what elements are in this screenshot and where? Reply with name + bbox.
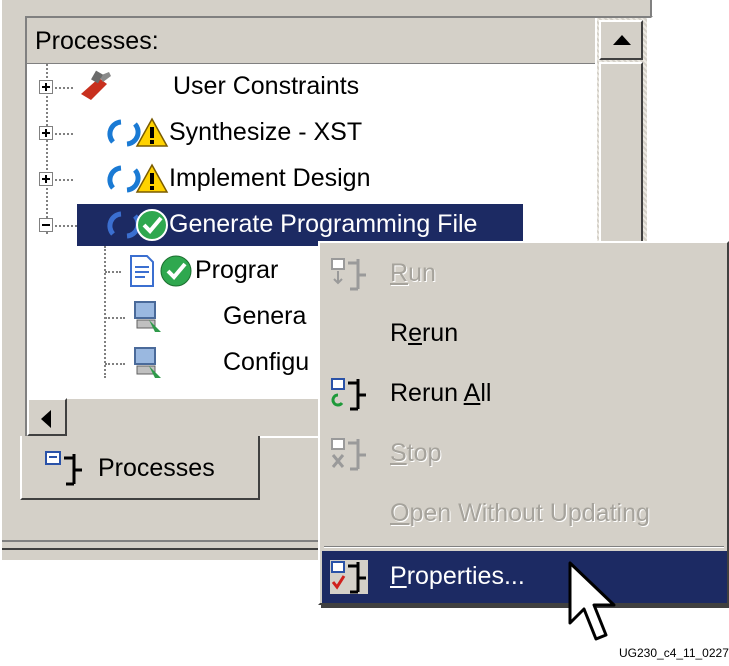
menu-item-label: Run bbox=[390, 259, 436, 287]
menu-item-label: Rerun All bbox=[390, 379, 492, 407]
arrow-left-icon bbox=[41, 410, 51, 428]
menu-item-label: Stop bbox=[390, 439, 442, 467]
menu-item-label: Open Without Updating bbox=[390, 499, 650, 527]
tree-item-label: Prograr bbox=[195, 256, 279, 284]
expand-icon[interactable] bbox=[39, 80, 53, 94]
scroll-left-button[interactable] bbox=[27, 398, 67, 436]
menu-item-stop[interactable]: Stop bbox=[322, 425, 727, 483]
check-icon bbox=[136, 209, 168, 241]
tree-item-label: Genera bbox=[223, 302, 307, 330]
processes-header: Processes: bbox=[27, 18, 595, 64]
warning-icon bbox=[135, 163, 169, 193]
expand-icon[interactable] bbox=[39, 126, 53, 140]
figure-caption: UG230_c4_11_0227( bbox=[619, 646, 729, 660]
stop-icon bbox=[331, 438, 366, 471]
warning-icon bbox=[135, 117, 169, 147]
tree-item-implement-design[interactable]: Implement Design bbox=[27, 156, 587, 202]
tree-item-synthesize-xst[interactable]: Synthesize - XST bbox=[27, 110, 587, 156]
menu-item-rerun-all[interactable]: Rerun All bbox=[322, 365, 727, 423]
document-icon bbox=[130, 255, 154, 287]
expand-icon[interactable] bbox=[39, 172, 53, 186]
properties-icon bbox=[330, 560, 368, 594]
processes-icon bbox=[45, 451, 82, 486]
tree-item-user-constraints[interactable]: User Constraints bbox=[27, 64, 587, 110]
menu-item-run[interactable]: Run bbox=[322, 245, 727, 303]
tree-item-label: Generate Programming File bbox=[169, 210, 478, 238]
tree-connector bbox=[55, 179, 73, 181]
menu-item-label: Rerun bbox=[390, 319, 459, 347]
context-menu: Run Rerun Rerun All Stop Open Without Up… bbox=[318, 241, 729, 605]
tree-item-label: User Constraints bbox=[173, 72, 360, 100]
run-icon bbox=[331, 258, 366, 291]
menu-item-open-without-updating[interactable]: Open Without Updating bbox=[322, 485, 727, 543]
check-icon bbox=[160, 255, 192, 287]
tree-item-label: Implement Design bbox=[169, 164, 371, 192]
arrow-up-icon bbox=[613, 35, 631, 45]
tree-connector bbox=[105, 317, 125, 319]
collapse-icon[interactable] bbox=[39, 218, 53, 232]
scroll-up-button[interactable] bbox=[599, 20, 643, 60]
tree-item-label: Configu bbox=[223, 348, 310, 376]
tree-item-label: Synthesize - XST bbox=[169, 118, 363, 146]
menu-item-properties[interactable]: Properties... bbox=[322, 551, 727, 603]
tree-connector bbox=[105, 271, 121, 273]
tab-label: Processes bbox=[98, 454, 215, 482]
menu-separator bbox=[324, 546, 724, 548]
mouse-pointer-icon bbox=[568, 561, 616, 641]
menu-item-rerun[interactable]: Rerun bbox=[322, 305, 727, 363]
tree-connector bbox=[55, 87, 73, 89]
computer-process-icon bbox=[134, 301, 161, 332]
horizontal-scrollbar[interactable] bbox=[27, 398, 319, 437]
tab-processes[interactable]: Processes bbox=[20, 436, 260, 500]
tree-connector bbox=[55, 133, 73, 135]
menu-item-label: Properties... bbox=[390, 562, 525, 590]
computer-process-icon bbox=[134, 347, 161, 378]
tree-connector bbox=[105, 363, 125, 365]
tree-connector bbox=[55, 225, 77, 227]
rerun-all-icon bbox=[331, 378, 366, 411]
user-constraints-icon bbox=[81, 70, 111, 100]
